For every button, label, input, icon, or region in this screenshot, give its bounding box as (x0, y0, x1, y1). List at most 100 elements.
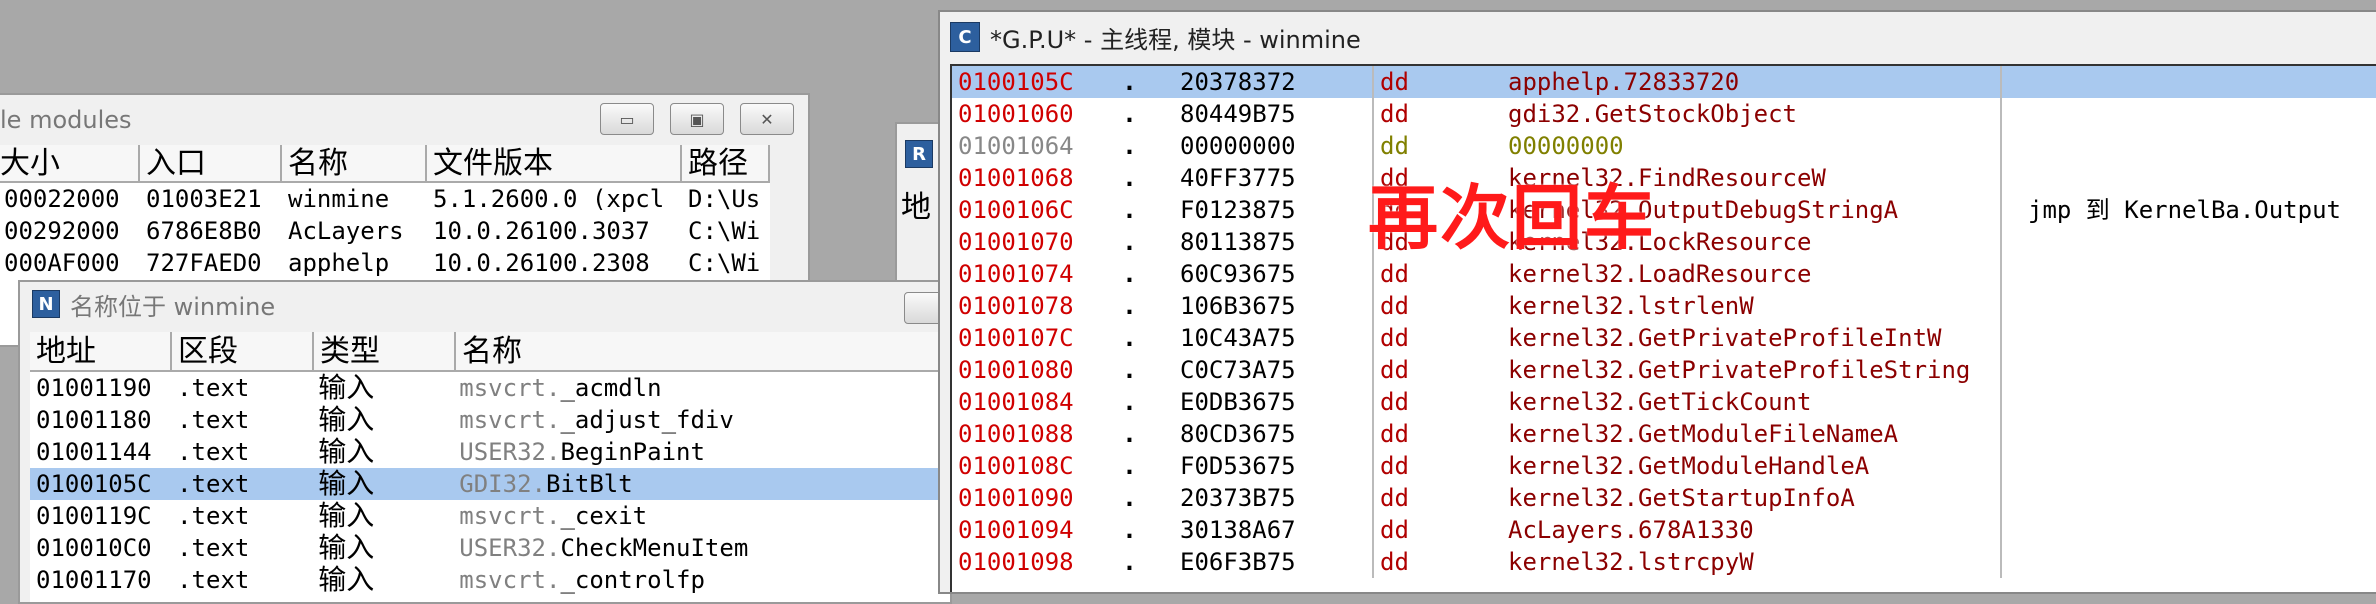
disasm-address: 01001070 (958, 228, 1074, 256)
disasm-marker: . (1122, 164, 1137, 192)
disasm-row[interactable]: 0100106C. F0123875 dd kernel32.OutputDebugS… (952, 194, 2376, 226)
disasm-reference: gdi32.GetStockObject (1502, 98, 2002, 130)
disasm-reference: kernel32.lstrcpyW (1502, 546, 2002, 578)
col-section[interactable]: 区段 (172, 332, 314, 372)
name-section: .text (177, 438, 250, 466)
col-address[interactable]: 地址 (30, 332, 172, 372)
name-type: 输入 (318, 372, 375, 404)
disasm-opcode: dd (1372, 322, 1502, 354)
disasm-row[interactable]: 0100108C. F0D53675 dd kernel32.GetModuleHan… (952, 450, 2376, 482)
maximize-button[interactable]: ▣ (670, 103, 724, 135)
name-address: 0100119C (36, 502, 152, 530)
disasm-row[interactable]: 0100105C. 20378372 dd apphelp.72833720 (952, 66, 2376, 98)
disasm-hex: 106B3675 (1180, 292, 1296, 320)
module-path: C:\Wi (688, 217, 761, 245)
module-entry: 727FAED0 (146, 249, 262, 277)
disassembly-window: C *G.P.U* - 主线程, 模块 - winmine 0100105C. 2… (938, 10, 2376, 594)
disasm-row[interactable]: 01001098. E06F3B75 dd kernel32.lstrcpyW (952, 546, 2376, 578)
name-symbol: USER32.CheckMenuItem (453, 532, 950, 564)
table-row[interactable]: 010010C0 .text 输入 USER32.CheckMenuItem (30, 532, 950, 564)
table-row[interactable]: 01001170 .text 输入 msvcrt._controlfp (30, 564, 950, 596)
col-entry[interactable]: 入口 (140, 145, 282, 183)
disasm-row[interactable]: 01001090. 20373B75 dd kernel32.GetStartupIn… (952, 482, 2376, 514)
name-symbol: msvcrt._cexit (453, 500, 950, 532)
disasm-marker: . (1122, 452, 1137, 480)
table-row[interactable]: 01001180 .text 输入 msvcrt._adjust_fdiv (30, 404, 950, 436)
disasm-hex: C0C73A75 (1180, 356, 1296, 384)
table-row[interactable]: 01001190 .text 输入 msvcrt._acmdln (30, 372, 950, 404)
disasm-opcode: dd (1372, 482, 1502, 514)
disasm-comment (2002, 450, 2376, 482)
table-row[interactable]: 01001144 .text 输入 USER32.BeginPaint (30, 436, 950, 468)
module-name: AcLayers (288, 217, 404, 245)
disasm-address: 01001060 (958, 100, 1074, 128)
import-function: _adjust_fdiv (560, 406, 734, 434)
close-button[interactable]: ✕ (740, 103, 794, 135)
disasm-row[interactable]: 01001068. 40FF3775 dd kernel32.FindResource… (952, 162, 2376, 194)
disasm-row[interactable]: 01001060. 80449B75 dd gdi32.GetStockObject (952, 98, 2376, 130)
table-row[interactable]: 00022000 01003E21 winmine 5.1.2600.0 (xpcl D… (0, 183, 770, 215)
name-type: 输入 (318, 436, 375, 468)
app-icon: C (950, 22, 980, 52)
import-module: USER32. (459, 534, 561, 562)
import-function: _cexit (560, 502, 648, 530)
minimize-button[interactable]: ▭ (600, 103, 654, 135)
disasm-row[interactable]: 01001088. 80CD3675 dd kernel32.GetModuleFil… (952, 418, 2376, 450)
disasm-opcode: dd (1372, 514, 1502, 546)
disasm-row[interactable]: 01001078. 106B3675 dd kernel32.lstrlenW (952, 290, 2376, 322)
import-module: msvcrt. (459, 406, 561, 434)
disasm-opcode: dd (1372, 418, 1502, 450)
disasm-opcode: dd (1372, 130, 1502, 162)
disasm-marker: . (1122, 324, 1137, 352)
disasm-hex: 20378372 (1180, 68, 1296, 96)
module-size: 00022000 (4, 185, 120, 213)
col-path[interactable]: 路径 (682, 145, 770, 183)
module-version: 10.0.26100.2308 (433, 249, 650, 277)
disasm-opcode: dd (1372, 98, 1502, 130)
name-section: .text (177, 470, 250, 498)
table-row[interactable]: 0100119C .text 输入 msvcrt._cexit (30, 500, 950, 532)
disasm-comment (2002, 482, 2376, 514)
disasm-row[interactable]: 01001064. 00000000 dd 00000000 (952, 130, 2376, 162)
table-row[interactable]: 000AF000 727FAED0 apphelp 10.0.26100.2308 C:… (0, 247, 770, 279)
disasm-hex: 20373B75 (1180, 484, 1296, 512)
disasm-row[interactable]: 01001080. C0C73A75 dd kernel32.GetPrivatePr… (952, 354, 2376, 386)
disassembly-view[interactable]: 0100105C. 20378372 dd apphelp.72833720 01001… (950, 64, 2376, 592)
col-version[interactable]: 文件版本 (427, 145, 682, 183)
disasm-comment (2002, 162, 2376, 194)
disassembly-titlebar[interactable]: C *G.P.U* - 主线程, 模块 - winmine (940, 12, 2376, 62)
disasm-address: 01001080 (958, 356, 1074, 384)
disasm-row[interactable]: 01001094. 30138A67 dd AcLayers.678A1330 (952, 514, 2376, 546)
name-address: 01001180 (36, 406, 152, 434)
import-module: USER32. (459, 438, 561, 466)
disasm-row[interactable]: 01001074. 60C93675 dd kernel32.LoadResource (952, 258, 2376, 290)
disasm-comment (2002, 130, 2376, 162)
import-function: CheckMenuItem (560, 534, 749, 562)
names-list[interactable]: 01001190 .text 输入 msvcrt._acmdln 01001180 .te… (30, 372, 950, 602)
disasm-hex: 10C43A75 (1180, 324, 1296, 352)
disasm-row[interactable]: 01001070. 80113875 dd kernel32.LockResource (952, 226, 2376, 258)
disasm-marker: . (1122, 420, 1137, 448)
table-row[interactable]: 0100105C .text 输入 GDI32.BitBlt (30, 468, 950, 500)
col-size[interactable]: 大小 (0, 145, 140, 183)
names-titlebar[interactable]: N 名称位于 winmine (20, 282, 950, 326)
name-type: 输入 (318, 500, 375, 532)
app-icon: R (905, 140, 933, 168)
disasm-address: 01001074 (958, 260, 1074, 288)
name-section: .text (177, 374, 250, 402)
disasm-comment (2002, 290, 2376, 322)
col-name[interactable]: 名称 (282, 145, 427, 183)
col-name[interactable]: 名称 (456, 332, 950, 372)
table-row[interactable]: 00292000 6786E8B0 AcLayers 10.0.26100.3037 C… (0, 215, 770, 247)
col-type[interactable]: 类型 (314, 332, 456, 372)
name-symbol: USER32.BeginPaint (453, 436, 950, 468)
disasm-row[interactable]: 0100107C. 10C43A75 dd kernel32.GetPrivatePr… (952, 322, 2376, 354)
name-symbol: msvcrt._controlfp (453, 564, 950, 596)
disasm-comment: jmp 到 KernelBa.Output (2028, 196, 2341, 224)
disasm-comment (2002, 322, 2376, 354)
disasm-hex: 40FF3775 (1180, 164, 1296, 192)
disasm-opcode: dd (1372, 66, 1502, 98)
disasm-row[interactable]: 01001084. E0DB3675 dd kernel32.GetTickCount (952, 386, 2376, 418)
col-address: 地 (901, 190, 931, 225)
module-name: apphelp (288, 249, 390, 277)
